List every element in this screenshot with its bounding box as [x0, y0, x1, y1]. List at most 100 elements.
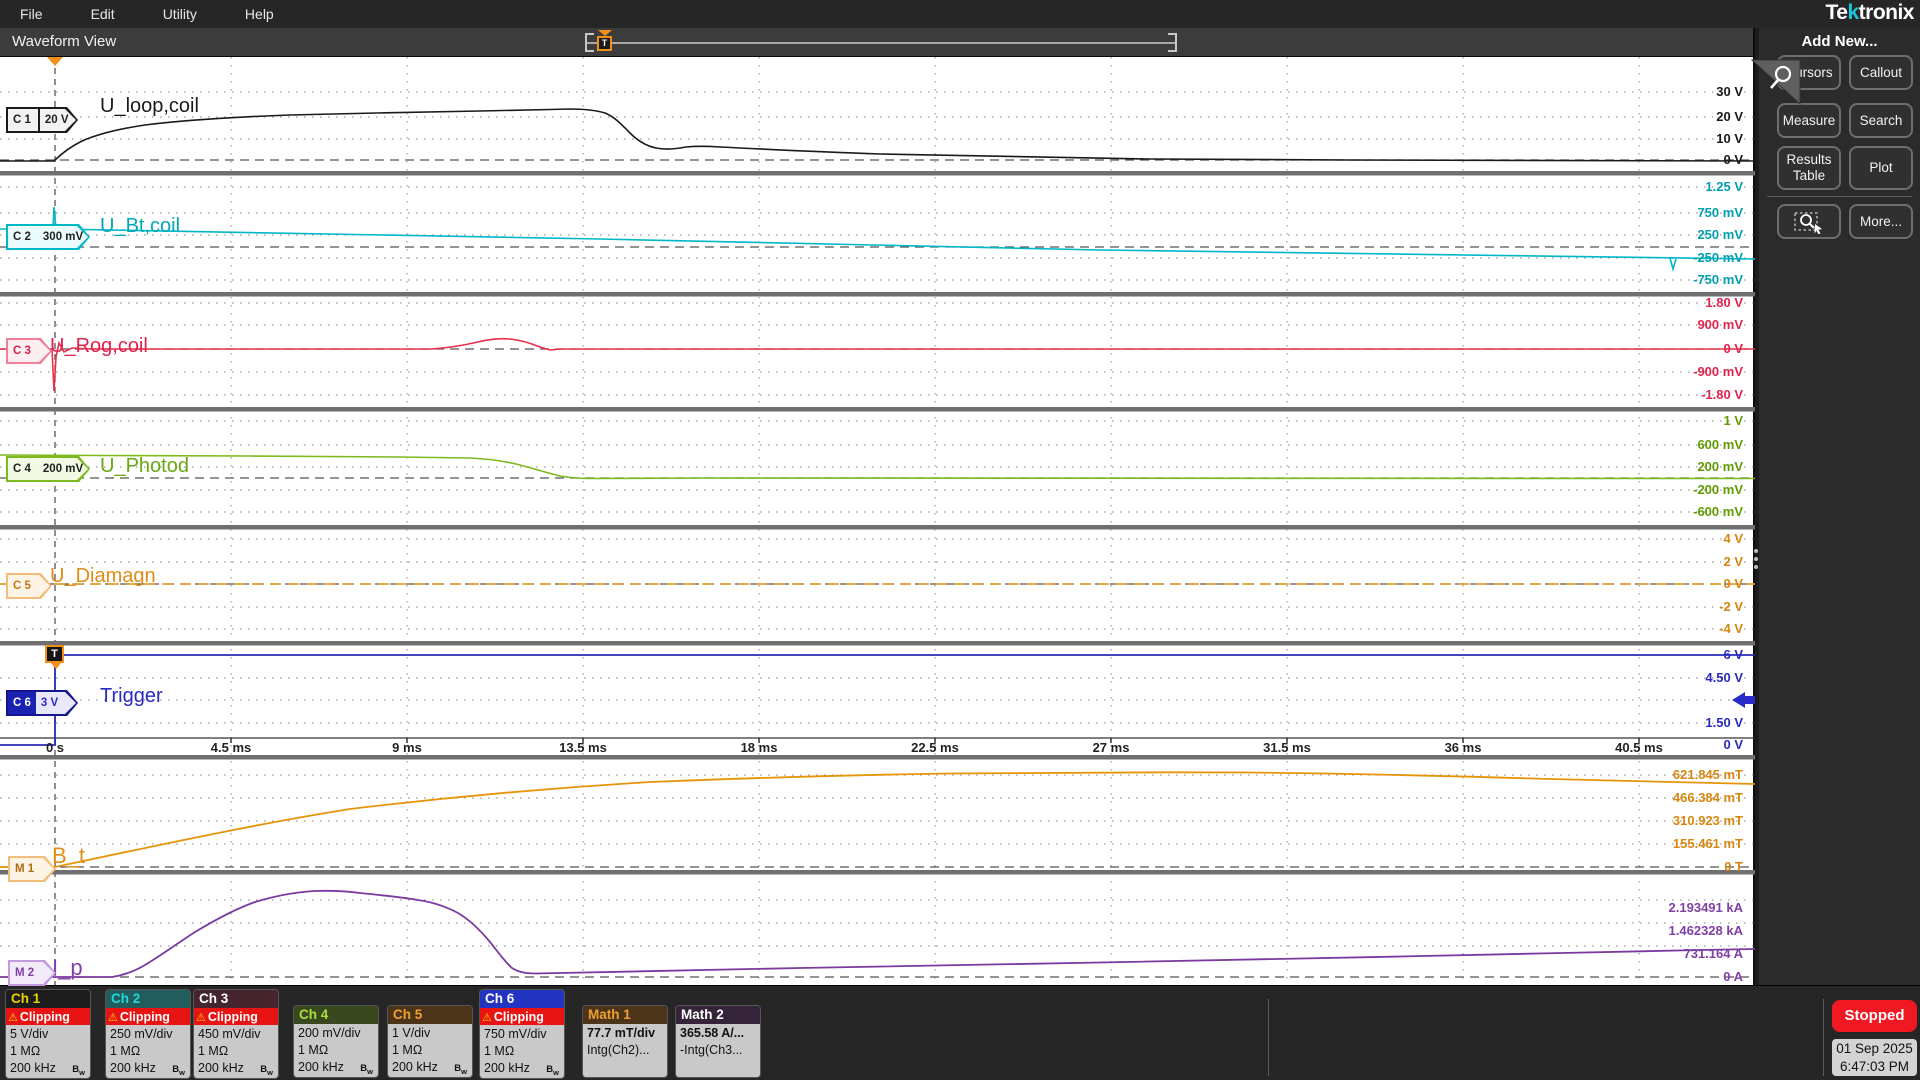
- results-table-button[interactable]: Results Table: [1777, 146, 1841, 190]
- scale-tick: 155.461 mT: [1673, 836, 1743, 851]
- settings-strip: Ch 1 ⚠Clipping 5 V/div1 MΩ200 kHzBw Ch 2…: [0, 985, 1920, 1080]
- scale-tick: 0 A: [1723, 969, 1743, 984]
- warning-icon: ⚠: [196, 1011, 206, 1024]
- scale-tick: 0 V: [1723, 576, 1743, 591]
- ch3-settings-badge[interactable]: Ch 3 ⚠Clipping 450 mV/div1 MΩ200 kHzBw: [193, 989, 279, 1079]
- time-tick: 22.5 ms: [911, 740, 959, 755]
- more-button[interactable]: More...: [1849, 204, 1913, 239]
- waveform-trace-c1[interactable]: [0, 109, 1755, 161]
- channel-label-c6[interactable]: Trigger: [100, 685, 163, 708]
- time-tick: 18 ms: [741, 740, 778, 755]
- ch1-settings-badge[interactable]: Ch 1 ⚠Clipping 5 V/div1 MΩ200 kHzBw: [5, 989, 91, 1079]
- horizontal-position-indicator[interactable]: T: [585, 33, 1177, 52]
- time-tick: 4.5 ms: [211, 740, 251, 755]
- channel-badge-c3[interactable]: C 3: [6, 338, 52, 364]
- scale-tick: 0 V: [1723, 737, 1743, 752]
- panel-splitter-grip[interactable]: [1754, 545, 1758, 573]
- scale-tick: 2 V: [1723, 554, 1743, 569]
- menu-file[interactable]: File: [0, 0, 67, 28]
- plot-button[interactable]: Plot: [1849, 146, 1913, 190]
- channel-label-c1[interactable]: U_loop,coil: [100, 95, 199, 118]
- datetime-display: 01 Sep 2025 6:47:03 PM: [1832, 1039, 1917, 1076]
- search-button[interactable]: Search: [1849, 103, 1913, 138]
- oscilloscope-app: File Edit Utility Help Tektronix Wavefor…: [0, 0, 1920, 1080]
- scale-tick: -750 mV: [1693, 272, 1743, 287]
- right-bracket-icon: [1168, 33, 1177, 52]
- channel-badge-c5[interactable]: C 5: [6, 573, 52, 599]
- scale-tick: -2 V: [1719, 599, 1743, 614]
- callout-button[interactable]: Callout: [1849, 55, 1913, 90]
- warning-icon: ⚠: [8, 1011, 18, 1024]
- scale-tick: 466.384 mT: [1673, 790, 1743, 805]
- channel-label-c4[interactable]: U_Photod: [100, 455, 189, 478]
- strip-divider: [1268, 999, 1269, 1076]
- menu-edit[interactable]: Edit: [67, 0, 139, 28]
- ch2-clipping-badge: ⚠Clipping: [106, 1008, 190, 1025]
- ch5-settings-badge[interactable]: Ch 5 1 V/div1 MΩ200 kHzBw: [387, 1005, 473, 1078]
- math2-settings-badge[interactable]: Math 2 365.58 A/...-Intg(Ch3...: [675, 1005, 761, 1078]
- waveform-canvas: [0, 57, 1755, 985]
- scale-tick: 30 V: [1716, 84, 1743, 99]
- scale-tick: 1.462328 kA: [1669, 923, 1743, 938]
- scale-tick: -1.80 V: [1701, 387, 1743, 402]
- time-tick: 0 s: [46, 740, 64, 755]
- waveform-trace-c2[interactable]: [0, 207, 1755, 269]
- time-tick: 36 ms: [1445, 740, 1482, 755]
- channel-label-c5[interactable]: U_Diamagn: [50, 565, 156, 588]
- ch6-settings-badge[interactable]: Ch 6 ⚠Clipping 750 mV/div1 MΩ200 kHzBw: [479, 989, 565, 1079]
- scale-tick: 4.50 V: [1705, 670, 1743, 685]
- scale-tick: 750 mV: [1697, 205, 1743, 220]
- trigger-marker-icon[interactable]: T: [45, 645, 64, 663]
- left-bracket-icon: [585, 33, 594, 52]
- channel-badge-c6[interactable]: C 63 V: [6, 690, 78, 716]
- channel-badge-c1[interactable]: C 120 V: [6, 107, 78, 133]
- menu-utility[interactable]: Utility: [139, 0, 221, 28]
- waveform-trace-c4[interactable]: [0, 455, 1755, 479]
- scale-tick: -900 mV: [1693, 364, 1743, 379]
- grid-horizontal-dots: [0, 92, 1755, 946]
- scale-tick: 310.923 mT: [1673, 813, 1743, 828]
- position-track: [587, 42, 1175, 44]
- channel-label-c3[interactable]: U_Rog,coil: [50, 335, 148, 358]
- bandwidth-limit-icon: Bw: [172, 1061, 185, 1079]
- math-badge-m2[interactable]: M 2: [8, 960, 56, 986]
- math-badge-m1[interactable]: M 1: [8, 856, 56, 882]
- zero-reference-lines: [0, 160, 1755, 977]
- channel-badge-c4[interactable]: C 4200 mV: [6, 456, 90, 482]
- waveform-trace-c3[interactable]: [0, 339, 1755, 391]
- time-tick: 31.5 ms: [1263, 740, 1311, 755]
- ch2-name: Ch 2: [106, 990, 190, 1008]
- menu-bar: File Edit Utility Help Tektronix: [0, 0, 1920, 28]
- math1-settings-badge[interactable]: Math 1 77.7 mT/divIntg(Ch2)...: [582, 1005, 668, 1078]
- waveform-view-title: Waveform View: [12, 33, 116, 50]
- ch6-clipping-badge: ⚠Clipping: [480, 1008, 564, 1025]
- measure-button[interactable]: Measure: [1777, 103, 1841, 138]
- waveform-trace-math2[interactable]: [0, 891, 1755, 977]
- ch2-settings-badge[interactable]: Ch 2 ⚠Clipping 250 mV/div1 MΩ200 kHzBw: [105, 989, 191, 1079]
- ch1-clipping-badge: ⚠Clipping: [6, 1008, 90, 1025]
- trigger-position-top-icon[interactable]: [47, 57, 63, 66]
- menu-help[interactable]: Help: [221, 0, 298, 28]
- waveform-trace-c6[interactable]: [0, 655, 1755, 745]
- scale-tick: 731.164 A: [1683, 946, 1743, 961]
- bandwidth-limit-icon: Bw: [454, 1060, 467, 1078]
- scale-tick: 0 V: [1723, 152, 1743, 167]
- channel-badge-c2[interactable]: C 2300 mV: [6, 224, 90, 250]
- scale-tick: 621.845 mT: [1673, 767, 1743, 782]
- waveform-trace-math1[interactable]: [0, 772, 1755, 867]
- waveform-plot: 30 V 20 V 10 V 0 V 1.25 V 750 mV 250 mV …: [0, 57, 1755, 985]
- trigger-position-flag-icon[interactable]: T: [597, 36, 612, 51]
- channel-label-c2[interactable]: U_Bt,coil: [100, 215, 180, 238]
- time-tick: 40.5 ms: [1615, 740, 1663, 755]
- scale-tick: 1 V: [1723, 413, 1743, 428]
- math2-name: Math 2: [676, 1006, 760, 1024]
- scale-tick: 10 V: [1716, 131, 1743, 146]
- ch1-name: Ch 1: [6, 990, 90, 1008]
- ch4-settings-badge[interactable]: Ch 4 200 mV/div1 MΩ200 kHzBw: [293, 1005, 379, 1078]
- zoom-select-icon: [1793, 210, 1825, 234]
- zoom-select-button[interactable]: [1777, 204, 1841, 239]
- math-label-m2[interactable]: I_p: [52, 955, 83, 981]
- math-label-m1[interactable]: B_t: [52, 843, 85, 869]
- run-stop-button[interactable]: Stopped: [1832, 1000, 1917, 1032]
- add-new-header: Add New...: [1759, 33, 1920, 50]
